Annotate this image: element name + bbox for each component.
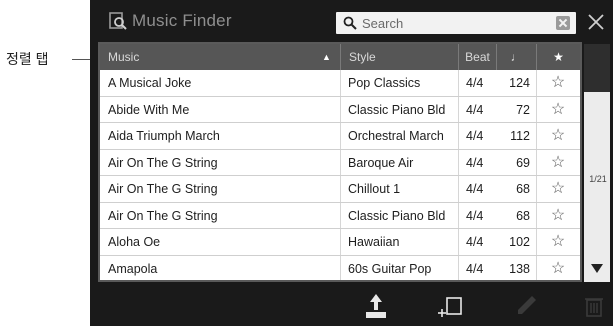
title-bar: Music Finder	[90, 0, 613, 44]
table-header: Music ▲ Style Beat ♩ ★	[100, 44, 580, 70]
search-box[interactable]	[336, 12, 576, 34]
sort-tab-callout: 정렬 탭	[6, 51, 49, 67]
sort-tab-music[interactable]: Music ▲	[100, 44, 340, 70]
sort-ascending-icon: ▲	[322, 52, 331, 62]
favorite-star-icon[interactable]: ☆	[548, 256, 568, 282]
table-row[interactable]: Abide With Me Classic Piano Bld 4/4 72 ☆	[100, 97, 580, 123]
cell-music: Air On The G String	[108, 155, 218, 170]
cell-style: 60s Guitar Pop	[348, 261, 432, 276]
cell-music: Aida Triumph March	[108, 129, 220, 143]
favorite-star-icon[interactable]: ☆	[548, 97, 568, 123]
cell-beat: 4/4	[466, 208, 484, 223]
column-header-label: Music	[108, 50, 140, 64]
quarter-note-icon: ♩	[510, 50, 523, 64]
music-finder-screen: Music Finder Music ▲ Style Beat	[90, 0, 613, 326]
favorite-star-icon[interactable]: ☆	[548, 150, 568, 176]
bottom-toolbar	[90, 284, 613, 326]
add-icon[interactable]	[435, 290, 467, 322]
column-header-label: Beat	[465, 50, 490, 64]
delete-icon	[585, 298, 603, 317]
favorite-star-icon[interactable]: ☆	[548, 123, 568, 149]
search-input[interactable]	[362, 14, 542, 32]
sort-tab-beat[interactable]: Beat	[458, 44, 496, 70]
cell-tempo: 69	[516, 155, 530, 170]
cell-style: Orchestral March	[348, 129, 444, 143]
sort-tab-favorite[interactable]: ★	[536, 44, 580, 70]
table-row[interactable]: Aida Triumph March Orchestral March 4/4 …	[100, 123, 580, 150]
cell-style: Chillout 1	[348, 182, 401, 196]
search-icon	[343, 16, 357, 30]
cell-beat: 4/4	[466, 102, 484, 117]
star-filled-icon: ★	[553, 50, 564, 64]
table-body: A Musical Joke Pop Classics 4/4 124 ☆ Ab…	[100, 70, 580, 282]
favorite-star-icon[interactable]: ☆	[548, 203, 568, 229]
close-icon[interactable]	[584, 10, 608, 34]
favorite-star-icon[interactable]: ☆	[548, 70, 568, 96]
cell-music: A Musical Joke	[108, 76, 192, 90]
cell-tempo: 102	[509, 235, 530, 249]
cell-music: Air On The G String	[108, 208, 218, 223]
cell-music: Amapola	[108, 261, 158, 276]
table-row[interactable]: Amapola 60s Guitar Pop 4/4 138 ☆	[100, 256, 580, 283]
scrollbar[interactable]: 1/21	[584, 44, 610, 282]
favorite-star-icon[interactable]: ☆	[548, 176, 568, 202]
scroll-down-icon[interactable]	[591, 264, 603, 273]
cell-style: Baroque Air	[348, 155, 414, 170]
edit-icon	[518, 296, 536, 314]
cell-tempo: 68	[516, 208, 530, 223]
table-row[interactable]: Air On The G String Chillout 1 4/4 68 ☆	[100, 176, 580, 203]
cell-music: Aloha Oe	[108, 235, 161, 249]
table-row[interactable]: A Musical Joke Pop Classics 4/4 124 ☆	[100, 70, 580, 97]
page-title: Music Finder	[132, 11, 232, 30]
cell-beat: 4/4	[466, 182, 484, 196]
table-row[interactable]: Air On The G String Baroque Air 4/4 69 ☆	[100, 150, 580, 176]
column-header-label: Style	[349, 50, 376, 64]
cell-style: Classic Piano Bld	[348, 102, 446, 117]
cell-beat: 4/4	[466, 261, 484, 276]
cell-tempo: 138	[509, 261, 530, 276]
favorite-star-icon[interactable]: ☆	[548, 229, 568, 255]
cell-beat: 4/4	[466, 155, 484, 170]
cell-beat: 4/4	[466, 76, 484, 90]
cell-style: Hawaiian	[348, 235, 400, 249]
table-row[interactable]: Aloha Oe Hawaiian 4/4 102 ☆	[100, 229, 580, 256]
cell-music: Air On The G String	[108, 182, 218, 196]
cell-beat: 4/4	[466, 235, 484, 249]
clear-search-icon[interactable]	[556, 16, 570, 30]
page-indicator: 1/21	[589, 174, 607, 184]
sort-tab-style[interactable]: Style	[340, 44, 458, 70]
music-finder-icon	[109, 12, 127, 30]
cell-tempo: 112	[510, 129, 530, 143]
cell-style: Classic Piano Bld	[348, 208, 446, 223]
cell-tempo: 68	[516, 182, 530, 196]
sort-tab-tempo[interactable]: ♩	[496, 44, 536, 70]
scroll-up-disabled	[584, 44, 610, 92]
cell-tempo: 72	[516, 102, 530, 117]
cell-style: Pop Classics	[348, 76, 421, 90]
table-row[interactable]: Air On The G String Classic Piano Bld 4/…	[100, 203, 580, 229]
music-table: Music ▲ Style Beat ♩ ★ A Musical Joke Po…	[98, 42, 582, 282]
load-icon[interactable]	[360, 290, 392, 322]
cell-music: Abide With Me	[108, 102, 190, 117]
cell-tempo: 124	[509, 76, 530, 90]
cell-beat: 4/4	[466, 129, 484, 143]
